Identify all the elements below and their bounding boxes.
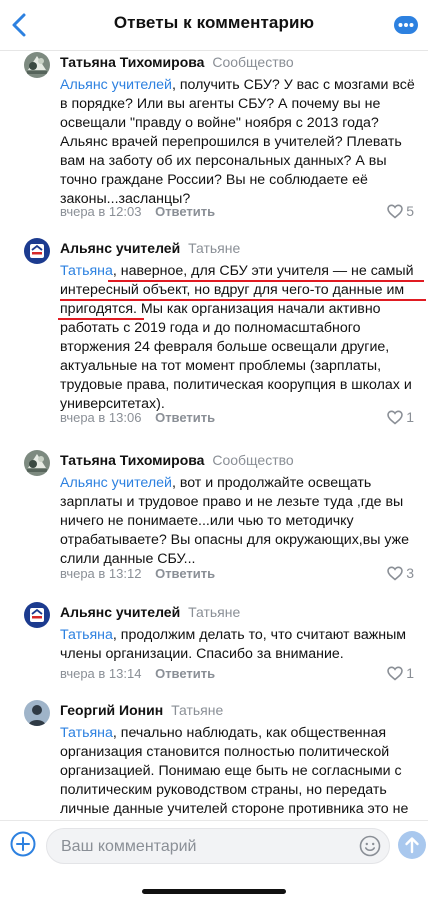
comment-item: Георгий Ионин Татьяне Татьяна, печально … [0, 700, 428, 820]
author-name[interactable]: Георгий Ионин [60, 702, 163, 718]
top-bar: Ответы к комментарию [0, 0, 428, 51]
author-name[interactable]: Альянс учителей [60, 240, 180, 256]
heart-icon [387, 410, 404, 425]
like-button[interactable]: 1 [387, 665, 414, 681]
heart-icon [387, 566, 404, 581]
comment-thread: Татьяна Тихомирова Сообщество Альянс учи… [0, 50, 428, 820]
avatar[interactable] [24, 52, 50, 78]
avatar-image [24, 238, 50, 264]
comment-body: , печально наблюдать, как общественная о… [60, 725, 409, 817]
emoji-button[interactable] [359, 835, 381, 857]
send-arrow-icon [405, 837, 419, 854]
mention-link[interactable]: Альянс учителей [60, 475, 172, 491]
like-count: 1 [406, 665, 414, 681]
more-dots-icon [394, 16, 418, 34]
mention-link[interactable]: Татьяна [60, 263, 113, 279]
like-button[interactable]: 1 [387, 409, 414, 425]
home-indicator [142, 889, 286, 894]
send-button[interactable] [398, 831, 426, 859]
comment-text: Татьяна, наверное, для СБУ эти учителя —… [60, 262, 416, 414]
like-count: 3 [406, 565, 414, 581]
comment-item: Татьяна Тихомирова Сообщество Альянс учи… [0, 52, 428, 232]
like-count: 1 [406, 409, 414, 425]
comment-input[interactable] [59, 835, 343, 859]
like-button[interactable]: 5 [387, 203, 414, 219]
author-name[interactable]: Татьяна Тихомирова [60, 452, 204, 468]
page-title: Ответы к комментарию [113, 13, 315, 32]
plus-icon [10, 831, 36, 857]
author-name[interactable]: Татьяна Тихомирова [60, 54, 204, 70]
reply-button[interactable]: Ответить [155, 566, 215, 581]
highlight-underline [108, 280, 424, 282]
timestamp: вчера в 13:06 [60, 410, 142, 425]
avatar[interactable] [24, 238, 50, 264]
comment-text: Татьяна, продолжим делать то, что считаю… [60, 626, 416, 664]
comment-text: Альянс учителей, вот и продолжайте освещ… [60, 474, 416, 569]
heart-icon [387, 204, 404, 219]
comment-text: Альянс учителей, получить СБУ? У вас с м… [60, 76, 416, 209]
comment-item: Альянс учителей Татьяне Татьяна, продолж… [0, 602, 428, 692]
comment-body: , получить СБУ? У вас с мозгами всё в по… [60, 77, 415, 207]
comment-body: , наверное, для СБУ эти учителя — не сам… [60, 263, 414, 412]
author-meta: Татьяне [171, 702, 224, 718]
timestamp: вчера в 12:03 [60, 204, 142, 219]
highlight-underline [60, 299, 426, 301]
author-line: Георгий Ионин Татьяне [60, 702, 418, 718]
avatar-image [24, 700, 50, 726]
comment-footer: вчера в 13:14 Ответить 1 [60, 665, 416, 684]
mention-link[interactable]: Татьяна [60, 627, 113, 643]
reply-button[interactable]: Ответить [155, 204, 215, 219]
avatar-image [24, 52, 50, 78]
author-meta: Татьяне [188, 240, 241, 256]
timestamp: вчера в 13:14 [60, 666, 142, 681]
comment-footer: вчера в 12:03 Ответить 5 [60, 203, 416, 222]
author-meta: Татьяне [188, 604, 241, 620]
timestamp: вчера в 13:12 [60, 566, 142, 581]
reply-button[interactable]: Ответить [155, 666, 215, 681]
comment-footer: вчера в 13:12 Ответить 3 [60, 565, 416, 584]
emoji-icon [359, 835, 381, 857]
mention-link[interactable]: Татьяна [60, 725, 113, 741]
avatar[interactable] [24, 700, 50, 726]
comment-composer [0, 820, 428, 901]
author-name[interactable]: Альянс учителей [60, 604, 180, 620]
avatar[interactable] [24, 602, 50, 628]
author-line: Альянс учителей Татьяне [60, 604, 418, 620]
mention-link[interactable]: Альянс учителей [60, 77, 172, 93]
reply-button[interactable]: Ответить [155, 410, 215, 425]
author-line: Альянс учителей Татьяне [60, 240, 418, 256]
author-line: Татьяна Тихомирова Сообщество [60, 452, 418, 468]
like-button[interactable]: 3 [387, 565, 414, 581]
comment-input-box[interactable] [46, 828, 390, 864]
author-meta: Сообщество [212, 54, 294, 70]
author-meta: Сообщество [212, 452, 294, 468]
more-button[interactable] [392, 12, 420, 38]
comment-text: Татьяна, печально наблюдать, как обществ… [60, 724, 416, 820]
heart-icon [387, 666, 404, 681]
like-count: 5 [406, 203, 414, 219]
avatar[interactable] [24, 450, 50, 476]
comment-item: Альянс учителей Татьяне Татьяна, наверно… [0, 238, 428, 434]
attach-button[interactable] [10, 831, 36, 857]
author-line: Татьяна Тихомирова Сообщество [60, 54, 418, 70]
comment-footer: вчера в 13:06 Ответить 1 [60, 409, 416, 428]
highlight-underline [58, 318, 144, 320]
avatar-image [24, 602, 50, 628]
comment-item: Татьяна Тихомирова Сообщество Альянс учи… [0, 450, 428, 590]
avatar-image [24, 450, 50, 476]
